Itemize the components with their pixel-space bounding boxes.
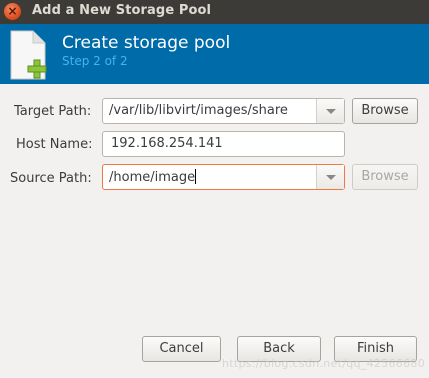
target-path-combo[interactable]: /var/lib/libvirt/images/share	[102, 98, 345, 124]
chevron-down-icon	[326, 109, 336, 114]
target-path-label: Target Path:	[14, 104, 92, 119]
chevron-down-icon	[326, 175, 336, 180]
window-titlebar: × Add a New Storage Pool	[0, 0, 429, 24]
watermark-url: https://blog.csdn.net/qq_42566680	[221, 357, 425, 370]
header-step: Step 2 of 2	[62, 54, 128, 68]
source-path-label: Source Path:	[10, 171, 92, 186]
target-path-value: /var/lib/libvirt/images/share	[109, 103, 288, 118]
new-document-icon	[10, 30, 47, 80]
target-path-browse-button[interactable]: Browse	[352, 98, 418, 124]
host-name-label: Host Name:	[16, 137, 93, 152]
cancel-button[interactable]: Cancel	[142, 336, 221, 362]
text-caret	[195, 169, 197, 184]
wizard-header: Create storage pool Step 2 of 2	[0, 24, 429, 84]
source-path-value: /home/image	[109, 170, 196, 185]
close-button[interactable]: ×	[4, 3, 21, 20]
target-path-dropdown[interactable]	[316, 99, 344, 123]
host-name-value: 192.168.254.141	[111, 136, 223, 151]
source-path-combo[interactable]: /home/image	[102, 164, 345, 190]
source-path-browse-button[interactable]: Browse	[352, 164, 418, 190]
host-name-field[interactable]: 192.168.254.141	[102, 131, 345, 157]
header-title: Create storage pool	[62, 33, 231, 53]
source-path-dropdown[interactable]	[316, 165, 344, 189]
window-title: Add a New Storage Pool	[32, 3, 212, 18]
source-path-field[interactable]: /home/image	[109, 169, 197, 185]
